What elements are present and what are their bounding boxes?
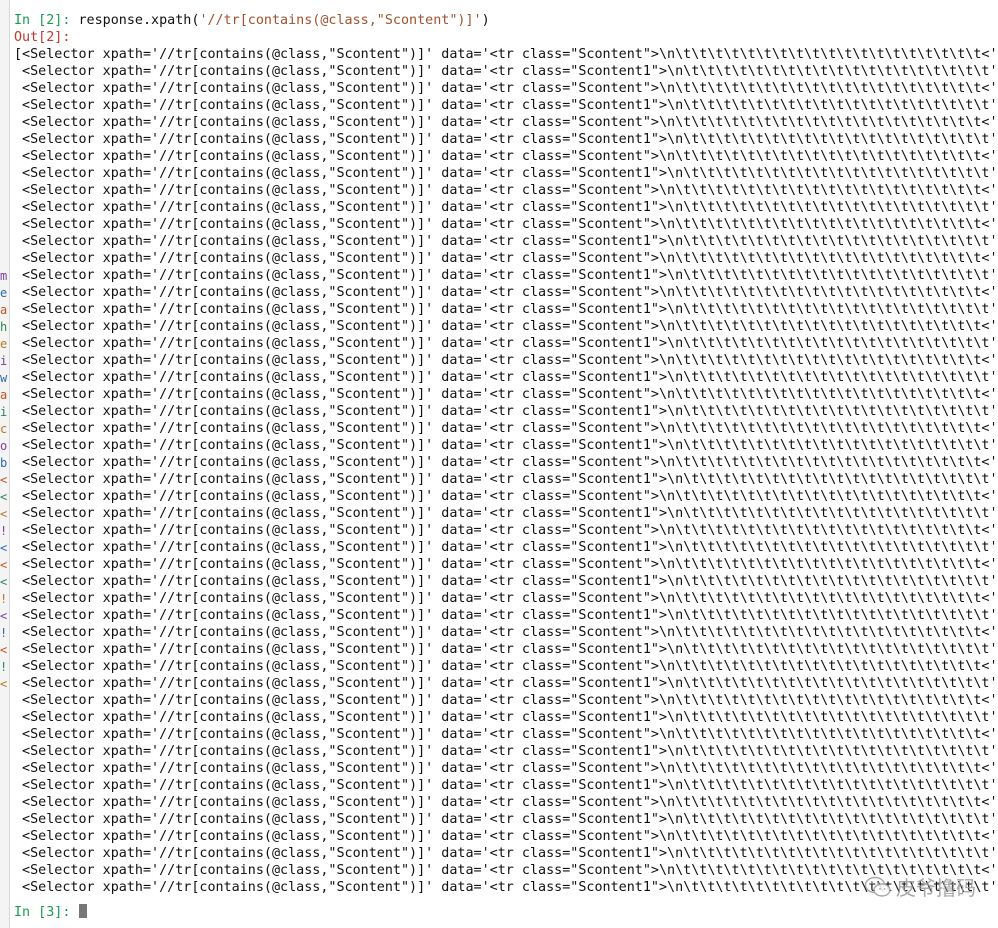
output-result-line: <Selector xpath='//tr[contains(@class,"S…	[14, 115, 998, 130]
ipython-console[interactable]: In [2]: response.xpath('//tr[contains(@c…	[14, 12, 998, 921]
output-result-line: <Selector xpath='//tr[contains(@class,"S…	[14, 523, 998, 538]
output-result-line: <Selector xpath='//tr[contains(@class,"S…	[14, 812, 998, 827]
watermark: 皮爷撸码	[864, 872, 976, 901]
output-result-line: <Selector xpath='//tr[contains(@class,"S…	[14, 744, 998, 759]
output-result-line: <Selector xpath='//tr[contains(@class,"S…	[14, 319, 998, 334]
output-result-line: <Selector xpath='//tr[contains(@class,"S…	[14, 370, 998, 385]
output-result-line: <Selector xpath='//tr[contains(@class,"S…	[14, 149, 998, 164]
output-result-line: <Selector xpath='//tr[contains(@class,"S…	[14, 625, 998, 640]
output-result-line: <Selector xpath='//tr[contains(@class,"S…	[14, 608, 998, 623]
output-result-line: <Selector xpath='//tr[contains(@class,"S…	[14, 200, 998, 215]
gutter-glyph: !	[0, 660, 8, 674]
wechat-icon	[864, 876, 891, 897]
output-result-line: <Selector xpath='//tr[contains(@class,"S…	[14, 387, 998, 402]
output-result-line: <Selector xpath='//tr[contains(@class,"S…	[14, 880, 998, 895]
command-code: response.xpath(	[70, 13, 200, 28]
gutter-glyph: e	[0, 286, 8, 300]
left-editor-gutter: m e a h e i w a i c o b < < <! < < <! <! <! <	[0, 0, 10, 928]
output-result-line: <Selector xpath='//tr[contains(@class,"S…	[14, 710, 998, 725]
input-prompt: In [2]:	[14, 13, 71, 28]
output-result-line: <Selector xpath='//tr[contains(@class,"S…	[14, 183, 998, 198]
output-result-line: <Selector xpath='//tr[contains(@class,"S…	[14, 81, 998, 96]
output-result-line: <Selector xpath='//tr[contains(@class,"S…	[14, 489, 998, 504]
gutter-glyph: <	[0, 575, 8, 589]
output-result-line: <Selector xpath='//tr[contains(@class,"S…	[14, 829, 998, 844]
output-result-line: <Selector xpath='//tr[contains(@class,"S…	[14, 540, 998, 555]
output-result-line: <Selector xpath='//tr[contains(@class,"S…	[14, 353, 998, 368]
gutter-glyph: e	[0, 337, 8, 351]
gutter-glyph: !	[0, 524, 8, 538]
gutter-glyph: <	[0, 677, 8, 691]
output-result-line: <Selector xpath='//tr[contains(@class,"S…	[14, 268, 998, 283]
gutter-glyph: <	[0, 643, 8, 657]
output-result-line: <Selector xpath='//tr[contains(@class,"S…	[14, 693, 998, 708]
next-input-prompt: In [3]:	[14, 905, 71, 920]
output-result-line: <Selector xpath='//tr[contains(@class,"S…	[14, 676, 998, 691]
output-prompt: Out[2]:	[14, 30, 71, 45]
gutter-glyph: i	[0, 354, 8, 368]
output-result-line: <Selector xpath='//tr[contains(@class,"S…	[14, 98, 998, 113]
output-result-line: [<Selector xpath='//tr[contains(@class,"…	[14, 47, 998, 62]
output-result-line: <Selector xpath='//tr[contains(@class,"S…	[14, 302, 998, 317]
gutter-glyph: h	[0, 320, 8, 334]
output-result-line: <Selector xpath='//tr[contains(@class,"S…	[14, 727, 998, 742]
output-result-line: <Selector xpath='//tr[contains(@class,"S…	[14, 778, 998, 793]
text-cursor	[78, 904, 87, 918]
gutter-glyph: <	[0, 507, 8, 521]
output-result-list: [<Selector xpath='//tr[contains(@class,"…	[14, 46, 998, 896]
output-result-line: <Selector xpath='//tr[contains(@class,"S…	[14, 846, 998, 861]
gutter-glyph: !	[0, 592, 8, 606]
output-result-line: <Selector xpath='//tr[contains(@class,"S…	[14, 421, 998, 436]
gutter-glyph: <	[0, 490, 8, 504]
gutter-glyph: <	[0, 541, 8, 555]
gutter-glyph: i	[0, 405, 8, 419]
output-result-line: <Selector xpath='//tr[contains(@class,"S…	[14, 251, 998, 266]
output-result-line: <Selector xpath='//tr[contains(@class,"S…	[14, 574, 998, 589]
gutter-glyph: <	[0, 473, 8, 487]
gutter-glyph: m	[0, 269, 8, 283]
input-line-2[interactable]: In [2]: response.xpath('//tr[contains(@c…	[14, 12, 998, 29]
gutter-glyph: a	[0, 303, 8, 317]
gutter-glyph: <	[0, 558, 8, 572]
output-result-line: <Selector xpath='//tr[contains(@class,"S…	[14, 404, 998, 419]
output-result-line: <Selector xpath='//tr[contains(@class,"S…	[14, 557, 998, 572]
output-result-line: <Selector xpath='//tr[contains(@class,"S…	[14, 506, 998, 521]
output-result-line: <Selector xpath='//tr[contains(@class,"S…	[14, 642, 998, 657]
output-result-line: <Selector xpath='//tr[contains(@class,"S…	[14, 863, 998, 878]
output-result-line: <Selector xpath='//tr[contains(@class,"S…	[14, 761, 998, 776]
output-result-line: <Selector xpath='//tr[contains(@class,"S…	[14, 659, 998, 674]
output-result-line: <Selector xpath='//tr[contains(@class,"S…	[14, 591, 998, 606]
gutter-glyph: o	[0, 439, 8, 453]
output-result-line: <Selector xpath='//tr[contains(@class,"S…	[14, 438, 998, 453]
output-result-line: <Selector xpath='//tr[contains(@class,"S…	[14, 336, 998, 351]
output-result-line: <Selector xpath='//tr[contains(@class,"S…	[14, 132, 998, 147]
output-result-line: <Selector xpath='//tr[contains(@class,"S…	[14, 285, 998, 300]
output-result-line: <Selector xpath='//tr[contains(@class,"S…	[14, 217, 998, 232]
gutter-glyph: !	[0, 626, 8, 640]
gutter-glyph: <	[0, 609, 8, 623]
gutter-glyph: w	[0, 371, 8, 385]
output-result-line: <Selector xpath='//tr[contains(@class,"S…	[14, 455, 998, 470]
gutter-glyph: a	[0, 388, 8, 402]
input-line-3[interactable]: In [3]:	[14, 904, 998, 921]
gutter-glyph: c	[0, 422, 8, 436]
command-close-paren: )	[481, 13, 490, 28]
output-result-line: <Selector xpath='//tr[contains(@class,"S…	[14, 472, 998, 487]
command-string-argument: '//tr[contains(@class,"Scontent")]'	[199, 13, 482, 28]
gutter-glyph: b	[0, 456, 8, 470]
output-result-line: <Selector xpath='//tr[contains(@class,"S…	[14, 64, 998, 79]
output-result-line: <Selector xpath='//tr[contains(@class,"S…	[14, 166, 998, 181]
output-result-line: <Selector xpath='//tr[contains(@class,"S…	[14, 234, 998, 249]
watermark-text: 皮爷撸码	[896, 876, 976, 900]
output-result-line: <Selector xpath='//tr[contains(@class,"S…	[14, 795, 998, 810]
